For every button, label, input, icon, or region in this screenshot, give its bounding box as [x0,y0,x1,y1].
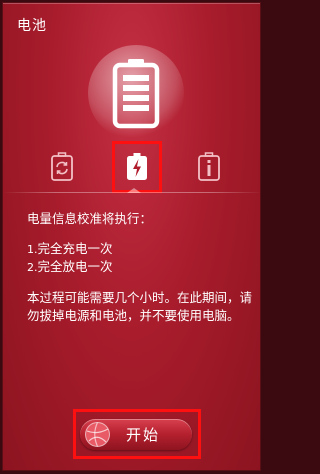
tab-bar [3,141,260,193]
step-number: 1. [27,243,38,256]
tab-battery-charge[interactable] [112,141,162,193]
battery-charge-icon [127,153,147,180]
tab-indicator-notch [127,188,141,193]
battery-icon [112,59,160,129]
step-item: 2.完全放电一次 [27,258,253,276]
battery-panel: 电池 电量信息校准将执行： 1.完全充电一次 2.完全放电一次 本过程可能需要几… [2,2,261,471]
step-number: 2. [27,261,38,274]
tab-indicator [3,188,260,197]
battery-info-icon [198,152,220,181]
window-title: 电池 [17,18,47,34]
start-button-label: 开始 [125,426,160,444]
calibration-info: 电量信息校准将执行： 1.完全充电一次 2.完全放电一次 本过程可能需要几个小时… [27,210,253,325]
tab-battery-info[interactable] [189,143,229,191]
calibration-description: 本过程可能需要几个小时。在此期间，请勿拔掉电源和电池，并不要使用电脑。 [27,290,253,323]
battery-refresh-icon [51,152,73,181]
step-text: 完全充电一次 [37,241,113,256]
calibration-heading: 电量信息校准将执行： [27,211,153,226]
step-item: 1.完全充电一次 [27,240,253,258]
step-text: 完全放电一次 [37,259,113,274]
start-button[interactable]: 开始 [80,419,192,450]
tab-battery-refresh[interactable] [42,143,82,191]
calibration-steps: 1.完全充电一次 2.完全放电一次 [27,240,253,276]
ball-icon [85,422,110,447]
